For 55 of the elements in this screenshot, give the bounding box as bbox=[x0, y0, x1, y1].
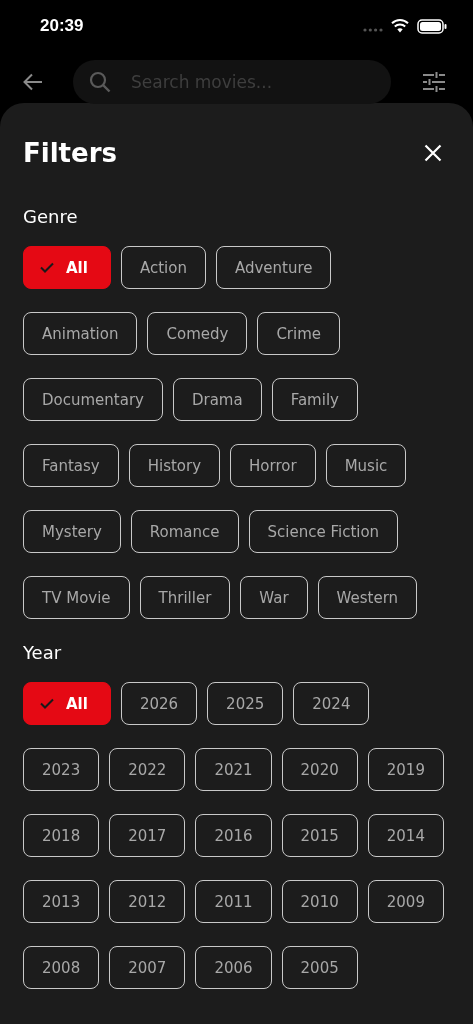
filter-chip[interactable]: 2022 bbox=[109, 748, 186, 791]
filter-chip[interactable]: 2007 bbox=[109, 946, 186, 989]
close-icon[interactable] bbox=[424, 144, 442, 162]
filter-chip[interactable]: History bbox=[128, 444, 221, 487]
filter-chip[interactable]: All bbox=[23, 682, 111, 725]
filter-chip[interactable]: Western bbox=[317, 576, 418, 619]
filter-chip[interactable]: 2005 bbox=[281, 946, 358, 989]
back-arrow-icon[interactable] bbox=[23, 73, 43, 91]
section-label: Year bbox=[23, 642, 63, 663]
filter-chip[interactable]: 2016 bbox=[195, 814, 272, 857]
filter-chip[interactable]: 2020 bbox=[281, 748, 358, 791]
filter-chip[interactable]: Drama bbox=[172, 378, 262, 421]
filter-chip[interactable]: 2010 bbox=[281, 880, 358, 923]
filter-chip[interactable]: 2026 bbox=[120, 682, 198, 725]
filter-chip[interactable]: 2008 bbox=[23, 946, 100, 989]
filter-chip[interactable]: Adventure bbox=[215, 246, 332, 289]
filter-chip[interactable]: Documentary bbox=[23, 378, 163, 421]
check-icon bbox=[40, 262, 54, 273]
filter-chip[interactable]: 2014 bbox=[367, 814, 444, 857]
filter-chip[interactable]: Thriller bbox=[139, 576, 231, 619]
filter-chip[interactable]: 2011 bbox=[195, 880, 272, 923]
filter-sliders-icon[interactable] bbox=[423, 72, 445, 92]
filter-chip[interactable]: 2024 bbox=[293, 682, 370, 725]
filter-chip[interactable]: All bbox=[23, 246, 111, 289]
sheet-title: Filters bbox=[23, 138, 117, 168]
filter-chip[interactable]: 2021 bbox=[195, 748, 272, 791]
filter-chip[interactable]: 2023 bbox=[23, 748, 100, 791]
battery-icon bbox=[417, 18, 447, 34]
filter-chip[interactable]: Fantasy bbox=[23, 444, 119, 487]
filter-chip[interactable]: Animation bbox=[23, 312, 138, 355]
section-label: Genre bbox=[23, 206, 79, 227]
filter-chip[interactable]: Comedy bbox=[147, 312, 248, 355]
filter-chip[interactable]: 2013 bbox=[23, 880, 100, 923]
filter-chip[interactable]: 2017 bbox=[109, 814, 186, 857]
filter-chip[interactable]: 2009 bbox=[367, 880, 444, 923]
filter-chip[interactable]: TV Movie bbox=[23, 576, 130, 619]
filter-chip[interactable]: Horror bbox=[230, 444, 316, 487]
check-icon bbox=[40, 698, 54, 709]
filter-chip[interactable]: War bbox=[240, 576, 308, 619]
filter-chip[interactable]: Crime bbox=[257, 312, 341, 355]
filter-chip[interactable]: Mystery bbox=[23, 510, 121, 553]
filter-chip[interactable]: Family bbox=[271, 378, 358, 421]
signal-icon bbox=[363, 28, 383, 32]
filter-chip[interactable]: Music bbox=[325, 444, 407, 487]
filter-chip[interactable]: 2006 bbox=[195, 946, 272, 989]
filter-chip[interactable]: 2018 bbox=[23, 814, 100, 857]
filter-chip[interactable]: 2025 bbox=[207, 682, 284, 725]
filter-chip[interactable]: 2015 bbox=[281, 814, 358, 857]
status-time: 20:39 bbox=[40, 16, 84, 36]
filter-chip[interactable]: 2012 bbox=[109, 880, 186, 923]
wifi-icon bbox=[391, 19, 409, 33]
filter-chip[interactable]: Action bbox=[120, 246, 206, 289]
filter-chip[interactable]: Romance bbox=[130, 510, 239, 553]
filter-chip[interactable]: 2019 bbox=[367, 748, 444, 791]
filter-chip[interactable]: Science Fiction bbox=[248, 510, 399, 553]
